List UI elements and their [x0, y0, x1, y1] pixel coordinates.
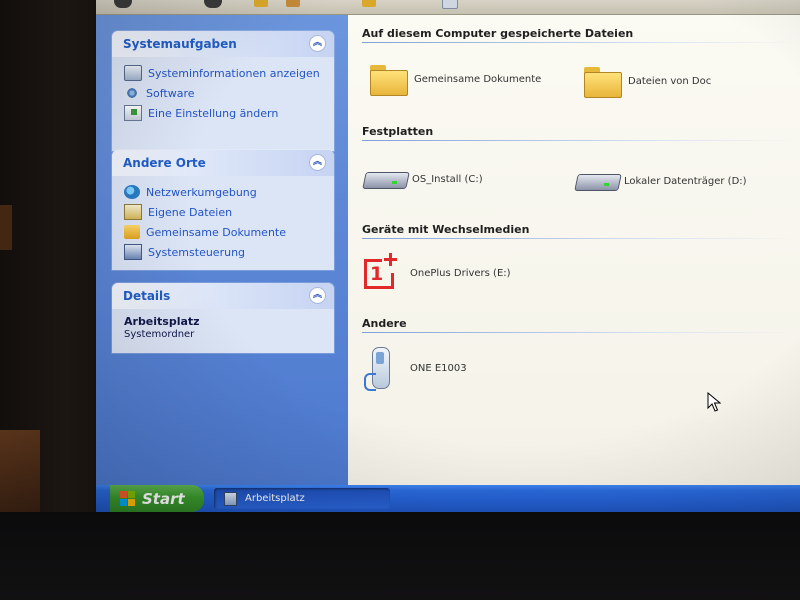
other-places-title: Andere Orte [123, 156, 206, 170]
collapse-chevron-icon[interactable]: ︽ [309, 287, 326, 304]
item-label: Gemeinsame Dokumente [414, 73, 542, 85]
place-network[interactable]: Netzwerkumgebung [124, 182, 324, 202]
hard-drive-icon [574, 169, 620, 193]
details-type: Systemordner [124, 329, 195, 340]
settings-icon [124, 105, 142, 121]
system-tasks-header[interactable]: Systemaufgaben ︽ [112, 31, 334, 57]
screen: Systemaufgaben ︽ Systeminformationen anz… [96, 0, 800, 512]
item-label: Lokaler Datenträger (D:) [624, 175, 747, 187]
start-button[interactable]: Start [110, 485, 204, 512]
windows-logo-icon [120, 490, 136, 507]
forward-button[interactable] [204, 0, 222, 8]
search-icon[interactable] [286, 0, 300, 7]
task-system-info[interactable]: Systeminformationen anzeigen [124, 63, 324, 83]
place-shared-documents[interactable]: Gemeinsame Dokumente [124, 222, 324, 242]
views-icon[interactable] [442, 0, 458, 9]
item-oneplus-drivers[interactable]: 1 OnePlus Drivers (E:) [362, 253, 511, 293]
group-title-removable: Geräte mit Wechselmedien [362, 223, 530, 236]
task-label: Eine Einstellung ändern [148, 106, 279, 120]
item-label: OnePlus Drivers (E:) [410, 267, 511, 279]
place-label: Eigene Dateien [148, 205, 233, 219]
details-title: Details [123, 289, 171, 303]
shared-documents-icon [124, 225, 140, 239]
details-body: Arbeitsplatz Systemordner [112, 309, 334, 348]
group-divider [362, 140, 800, 141]
item-drive-d[interactable]: Lokaler Datenträger (D:) [574, 169, 747, 193]
item-shared-documents[interactable]: Gemeinsame Dokumente [370, 65, 542, 96]
folder-icon [584, 67, 622, 98]
up-folder-icon[interactable] [254, 0, 268, 7]
control-panel-icon [124, 244, 142, 260]
monitor-bezel-bottom [0, 512, 800, 600]
place-control-panel[interactable]: Systemsteuerung [124, 242, 324, 262]
collapse-chevron-icon[interactable]: ︽ [309, 35, 326, 52]
start-label: Start [142, 489, 185, 508]
back-button[interactable] [114, 0, 132, 8]
mouse-pointer-icon [707, 392, 721, 412]
toolbar [96, 0, 800, 15]
network-icon [124, 185, 140, 199]
task-sidebar: Systemaufgaben ︽ Systeminformationen anz… [96, 15, 348, 485]
system-info-icon [124, 65, 142, 81]
place-label: Systemsteuerung [148, 245, 246, 259]
hard-drive-icon [362, 167, 408, 191]
folder-icon [370, 65, 408, 96]
taskbar-window-button[interactable]: Arbeitsplatz [214, 488, 390, 509]
other-places-list: Netzwerkumgebung Eigene Dateien Gemeinsa… [112, 176, 334, 270]
item-label: Dateien von Doc [628, 75, 712, 87]
background-object-small [0, 205, 12, 250]
system-tasks-title: Systemaufgaben [123, 37, 237, 51]
item-drive-c[interactable]: OS_Install (C:) [362, 167, 483, 191]
group-title-hard-drives: Festplatten [362, 125, 434, 138]
details-pane: Details ︽ Arbeitsplatz Systemordner [112, 283, 334, 353]
item-label: OS_Install (C:) [412, 173, 483, 185]
taskbar: Start Arbeitsplatz [96, 485, 800, 512]
place-label: Netzwerkumgebung [146, 185, 257, 199]
item-files-of-doc[interactable]: Dateien von Doc [584, 67, 712, 98]
task-software[interactable]: Software [124, 83, 324, 103]
details-header[interactable]: Details ︽ [112, 283, 334, 309]
place-my-documents[interactable]: Eigene Dateien [124, 202, 324, 222]
taskbar-window-label: Arbeitsplatz [245, 493, 305, 504]
content-pane: Auf diesem Computer gespeicherte Dateien… [348, 15, 800, 485]
folders-icon[interactable] [362, 0, 376, 7]
group-divider [362, 238, 800, 239]
other-places-pane: Andere Orte ︽ Netzwerkumgebung Eigene Da… [112, 150, 334, 270]
item-label: ONE E1003 [410, 362, 467, 374]
system-tasks-pane: Systemaufgaben ︽ Systeminformationen anz… [112, 31, 334, 151]
group-title-other: Andere [362, 317, 407, 330]
task-label: Systeminformationen anzeigen [148, 66, 320, 80]
phone-device-icon [362, 345, 398, 391]
task-label: Software [146, 86, 195, 100]
details-name: Arbeitsplatz [124, 315, 200, 328]
group-divider [362, 42, 800, 43]
other-places-header[interactable]: Andere Orte ︽ [112, 150, 334, 176]
collapse-chevron-icon[interactable]: ︽ [309, 154, 326, 171]
group-title-stored-files: Auf diesem Computer gespeicherte Dateien [362, 27, 634, 40]
my-documents-icon [124, 204, 142, 220]
task-change-setting[interactable]: Eine Einstellung ändern [124, 103, 324, 123]
system-tasks-list: Systeminformationen anzeigen Software Ei… [112, 57, 334, 131]
group-divider [362, 332, 800, 333]
computer-icon [224, 491, 237, 506]
item-one-e1003[interactable]: ONE E1003 [362, 345, 467, 391]
oneplus-logo-icon: 1 [362, 253, 400, 293]
place-label: Gemeinsame Dokumente [146, 225, 286, 239]
software-icon [124, 86, 140, 100]
